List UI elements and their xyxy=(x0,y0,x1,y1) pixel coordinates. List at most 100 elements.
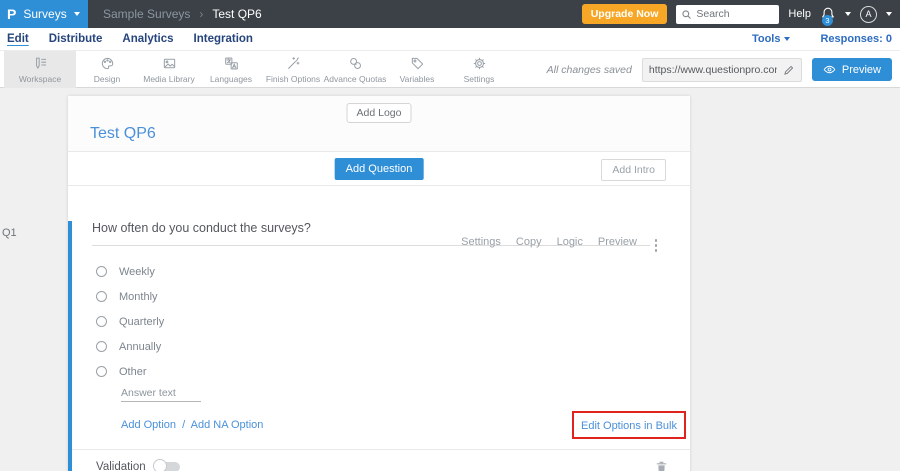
tab-advance-quotas[interactable]: Advance Quotas xyxy=(324,51,386,88)
survey-header: Add Logo Test QP6 xyxy=(68,96,690,152)
option-label[interactable]: Quarterly xyxy=(119,316,164,328)
chevron-down-icon[interactable] xyxy=(886,12,892,16)
image-icon xyxy=(163,58,175,68)
question-menu: Settings Copy Logic Preview xyxy=(461,236,637,248)
option-row-quarterly: Quarterly xyxy=(96,309,690,334)
survey-actions-row: Add Question Add Intro xyxy=(68,152,690,186)
tools-menu[interactable]: Tools xyxy=(752,33,791,45)
tab-languages[interactable]: Languages xyxy=(200,51,262,88)
tag-icon xyxy=(411,57,423,69)
product-label: Surveys xyxy=(23,7,67,21)
question-settings-link[interactable]: Settings xyxy=(461,236,501,248)
top-bar: P Surveys Sample Surveys › Test QP6 Upgr… xyxy=(0,0,900,28)
bulk-edit-highlight-box: Edit Options in Bulk xyxy=(572,411,686,439)
breadcrumb-parent[interactable]: Sample Surveys xyxy=(103,7,190,21)
survey-url-field[interactable]: https://www.questionpro.com/t/APNrFZ xyxy=(641,57,802,82)
breadcrumb-current: Test QP6 xyxy=(212,7,262,21)
tab-finish-options[interactable]: Finish Options xyxy=(262,51,324,88)
toolbar-tabs: Workspace Design Media Library Languages… xyxy=(4,51,510,88)
avatar-initial: A xyxy=(865,9,872,19)
validation-label: Validation xyxy=(96,461,146,471)
radio-icon[interactable] xyxy=(96,316,107,327)
edit-options-in-bulk-link[interactable]: Edit Options in Bulk xyxy=(581,420,677,432)
main-nav: Edit Distribute Analytics Integration To… xyxy=(0,28,900,50)
tab-integration[interactable]: Integration xyxy=(194,33,253,45)
survey-card: Add Logo Test QP6 Add Question Add Intro… xyxy=(68,96,690,471)
option-label[interactable]: Other xyxy=(119,366,147,378)
more-options-icon[interactable] xyxy=(653,237,660,254)
survey-title[interactable]: Test QP6 xyxy=(90,125,156,143)
nav-right-group: Tools Responses: 0 xyxy=(752,33,892,45)
avatar[interactable]: A xyxy=(860,5,877,23)
tab-media-library[interactable]: Media Library xyxy=(138,51,200,88)
radio-icon[interactable] xyxy=(96,291,107,302)
radio-icon[interactable] xyxy=(96,366,107,377)
translate-icon xyxy=(224,57,238,69)
responses-count[interactable]: Responses: 0 xyxy=(820,33,892,45)
option-row-annually: Annually xyxy=(96,334,690,359)
search-input[interactable] xyxy=(696,8,775,20)
link-separator: / xyxy=(182,419,186,431)
preview-button[interactable]: Preview xyxy=(811,58,892,81)
upgrade-now-button[interactable]: Upgrade Now xyxy=(581,4,668,24)
option-label[interactable]: Monthly xyxy=(119,291,158,303)
option-links-row: Add Option / Add NA Option Edit Options … xyxy=(121,411,686,439)
tab-edit[interactable]: Edit xyxy=(7,33,29,45)
question-block-q1: Settings Copy Logic Preview How often do… xyxy=(68,221,690,471)
search-box[interactable] xyxy=(676,4,780,24)
workspace-icon xyxy=(35,57,46,69)
question-number-label: Q1 xyxy=(2,227,17,239)
option-row-monthly: Monthly xyxy=(96,284,690,309)
toolbar-right-group: All changes saved https://www.questionpr… xyxy=(547,51,892,88)
radio-icon[interactable] xyxy=(96,341,107,352)
question-logic-link[interactable]: Logic xyxy=(557,236,583,248)
workspace-toolbar: Workspace Design Media Library Languages… xyxy=(0,50,900,88)
questionpro-survey-editor: P Surveys Sample Surveys › Test QP6 Upgr… xyxy=(0,0,900,471)
tab-distribute[interactable]: Distribute xyxy=(49,33,103,45)
question-copy-link[interactable]: Copy xyxy=(516,236,542,248)
surveys-product-menu[interactable]: P Surveys xyxy=(0,0,88,28)
tab-variables[interactable]: Variables xyxy=(386,51,448,88)
questionpro-logo-icon: P xyxy=(7,6,17,22)
magic-wand-icon xyxy=(287,56,299,69)
validation-toggle[interactable] xyxy=(152,459,180,471)
editor-canvas: Q1 Add Logo Test QP6 Add Question Add In… xyxy=(0,88,900,471)
other-answer-input[interactable] xyxy=(121,385,201,402)
tools-label: Tools xyxy=(751,33,781,45)
chevron-down-icon xyxy=(73,12,80,16)
add-question-button[interactable]: Add Question xyxy=(334,158,424,180)
save-status-text: All changes saved xyxy=(546,63,632,76)
chevron-down-icon[interactable] xyxy=(845,12,851,16)
delete-question-trash-icon[interactable] xyxy=(654,459,669,471)
option-row-other: Other xyxy=(96,359,690,384)
survey-url-value[interactable]: https://www.questionpro.com/t/APNrFZ xyxy=(649,64,777,76)
option-links: Add Option / Add NA Option xyxy=(121,419,263,431)
radio-icon[interactable] xyxy=(96,266,107,277)
answer-options-list: Weekly Monthly Quarterly Annually Other xyxy=(72,259,690,384)
option-label[interactable]: Annually xyxy=(119,341,161,353)
option-label[interactable]: Weekly xyxy=(119,266,155,278)
breadcrumb-separator-icon: › xyxy=(199,7,204,21)
notifications-button[interactable]: 3 xyxy=(820,6,836,26)
tab-settings[interactable]: Settings xyxy=(448,51,510,88)
preview-label: Preview xyxy=(841,63,881,76)
notification-count-badge: 3 xyxy=(822,15,833,26)
search-icon xyxy=(682,9,692,19)
eye-icon xyxy=(823,65,836,74)
add-intro-button[interactable]: Add Intro xyxy=(601,159,666,181)
topbar-right-group: Upgrade Now Help 3 A xyxy=(581,4,900,26)
add-na-option-link[interactable]: Add NA Option xyxy=(191,419,264,431)
validation-row: Validation xyxy=(72,450,690,471)
edit-pencil-icon[interactable] xyxy=(783,64,795,76)
add-logo-button[interactable]: Add Logo xyxy=(346,103,412,123)
breadcrumb: Sample Surveys › Test QP6 xyxy=(103,7,262,21)
add-option-link[interactable]: Add Option xyxy=(121,419,176,431)
tab-workspace[interactable]: Workspace xyxy=(4,51,76,88)
palette-icon xyxy=(101,57,113,69)
option-row-weekly: Weekly xyxy=(96,259,690,284)
tab-analytics[interactable]: Analytics xyxy=(122,33,173,45)
question-preview-link[interactable]: Preview xyxy=(598,236,637,248)
tab-design[interactable]: Design xyxy=(76,51,138,88)
gear-icon xyxy=(473,57,485,69)
help-link[interactable]: Help xyxy=(788,8,811,20)
